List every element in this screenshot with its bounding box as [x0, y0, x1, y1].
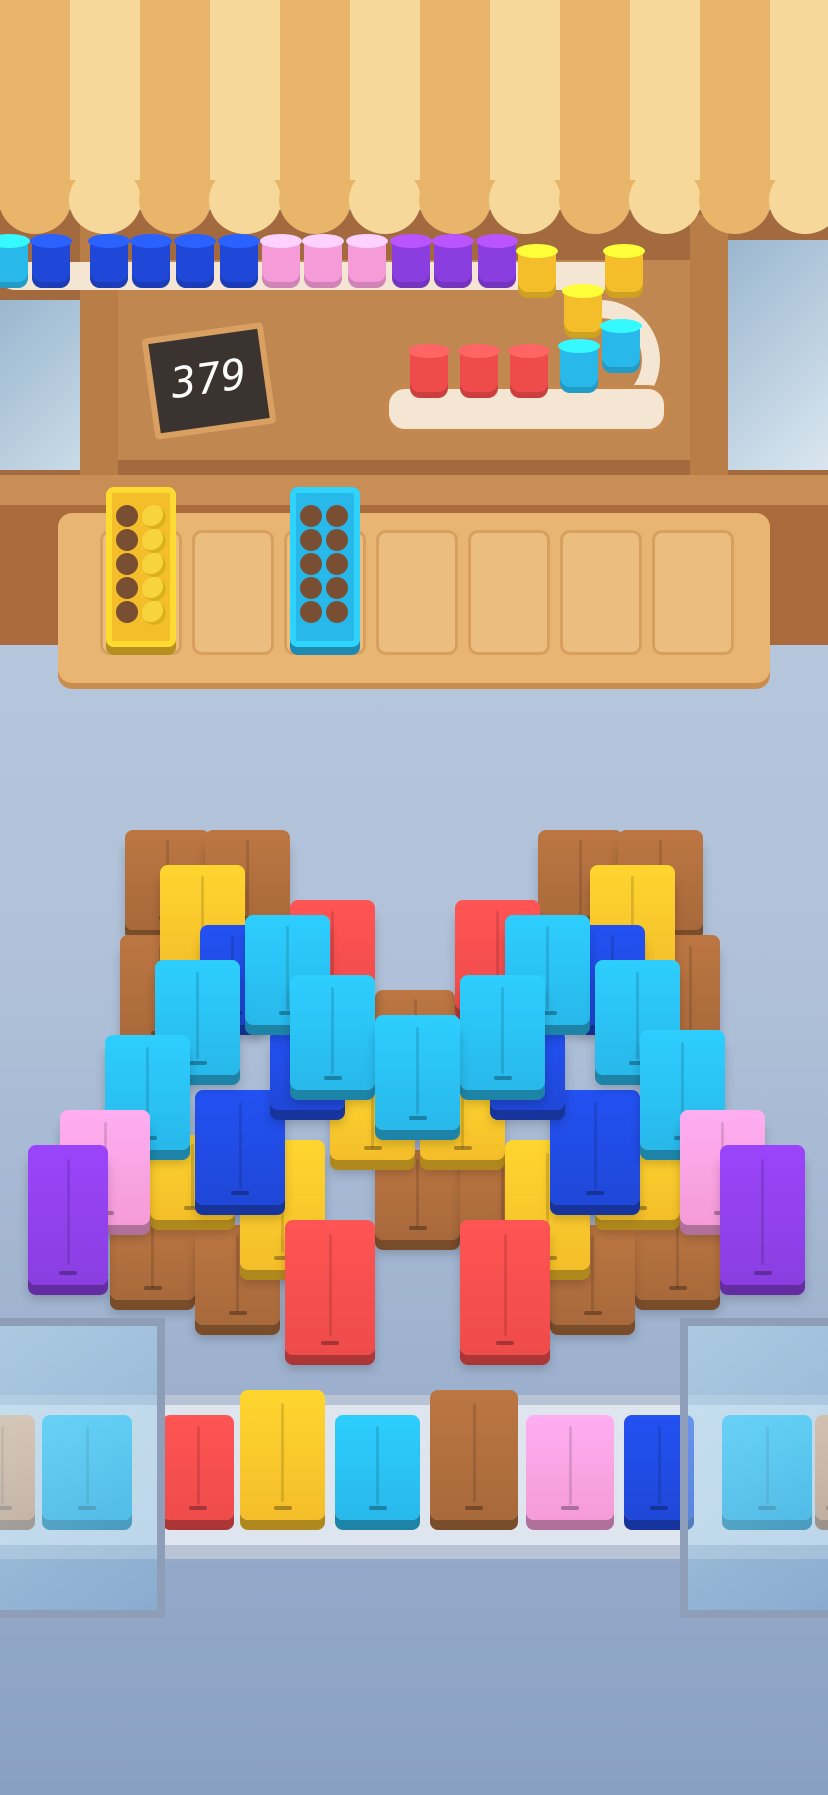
- game-scene: 379: [0, 0, 828, 1795]
- block-slit: [753, 1271, 772, 1275]
- conveyor-block-pink[interactable]: [526, 1415, 614, 1520]
- block-purple[interactable]: [28, 1145, 108, 1285]
- cup-blue: [90, 240, 128, 288]
- block-slit: [368, 1506, 387, 1510]
- crate-hole: [326, 505, 348, 527]
- score-value: 379: [167, 348, 250, 409]
- crate-hole: [300, 529, 322, 551]
- shop-window-right: [728, 240, 828, 470]
- cup-pink: [348, 240, 386, 288]
- block-cyan[interactable]: [460, 975, 545, 1090]
- block-slit: [363, 1146, 382, 1150]
- cup-blue: [132, 240, 170, 288]
- cup-blue: [32, 240, 70, 288]
- block-slit: [583, 1311, 602, 1315]
- cup-red: [460, 350, 498, 398]
- block-slit: [465, 1506, 483, 1510]
- egg: [142, 529, 166, 553]
- egg: [142, 553, 166, 577]
- block-red[interactable]: [285, 1220, 375, 1355]
- block-slit: [668, 1286, 687, 1290]
- block-slit: [298, 1096, 317, 1100]
- crate-hole: [300, 505, 322, 527]
- block-brown[interactable]: [110, 1215, 195, 1300]
- block-slit: [408, 1116, 427, 1120]
- crate-hole: [326, 529, 348, 551]
- shop-awning: [0, 0, 828, 234]
- shop-pillar-right: [690, 215, 728, 490]
- crate-hole: [116, 505, 138, 527]
- block-slit: [561, 1506, 579, 1510]
- block-blue[interactable]: [550, 1090, 640, 1205]
- block-slit: [321, 1341, 339, 1345]
- cup-yellow: [605, 250, 643, 298]
- block-slit: [586, 1191, 604, 1195]
- block-cyan[interactable]: [375, 1015, 460, 1130]
- egg: [142, 601, 166, 625]
- cup-pink: [262, 240, 300, 288]
- block-slit: [650, 1506, 668, 1510]
- crate-slot[interactable]: [468, 530, 550, 655]
- egg-crate-yellow[interactable]: [106, 487, 176, 647]
- conveyor-glass-right: [680, 1318, 828, 1618]
- block-slit: [273, 1506, 292, 1510]
- block-slit: [323, 1076, 342, 1080]
- crate-hole: [116, 553, 138, 575]
- crate-hole: [326, 553, 348, 575]
- block-slit: [228, 1311, 247, 1315]
- crate-hole: [326, 577, 348, 599]
- block-red[interactable]: [460, 1220, 550, 1355]
- conveyor-block-cyan[interactable]: [335, 1415, 420, 1520]
- cup-red: [410, 350, 448, 398]
- crate-slot[interactable]: [192, 530, 274, 655]
- block-slit: [143, 1286, 162, 1290]
- conveyor-block-red[interactable]: [162, 1415, 234, 1520]
- conveyor-glass-left: [0, 1318, 165, 1618]
- cup-blue: [220, 240, 258, 288]
- score-chalkboard: 379: [141, 322, 277, 440]
- cup-blue: [176, 240, 214, 288]
- cup-yellow: [518, 250, 556, 298]
- block-slit: [231, 1191, 249, 1195]
- block-brown[interactable]: [375, 1150, 460, 1240]
- block-slit: [189, 1506, 207, 1510]
- block-purple[interactable]: [720, 1145, 805, 1285]
- crate-hole: [300, 553, 322, 575]
- block-cyan[interactable]: [290, 975, 375, 1090]
- conveyor-block-brown[interactable]: [430, 1390, 518, 1520]
- egg-crate-cyan[interactable]: [290, 487, 360, 647]
- crate-hole: [326, 601, 348, 623]
- cup-purple: [392, 240, 430, 288]
- cup-cyan: [560, 345, 598, 393]
- crate-hole: [116, 577, 138, 599]
- crate-hole: [300, 601, 322, 623]
- cup-cyan: [0, 240, 28, 288]
- block-slit: [453, 1146, 472, 1150]
- block-slit: [628, 1206, 647, 1210]
- crate-slot[interactable]: [652, 530, 734, 655]
- cup-purple: [434, 240, 472, 288]
- crate-hole: [116, 529, 138, 551]
- crate-hole: [300, 577, 322, 599]
- block-slit: [408, 1226, 427, 1230]
- cup-pink: [304, 240, 342, 288]
- block-slit: [493, 1076, 512, 1080]
- cup-yellow: [564, 290, 602, 338]
- cup-purple: [478, 240, 516, 288]
- shop-window-left: [0, 300, 80, 470]
- cup-red: [510, 350, 548, 398]
- block-slit: [183, 1206, 202, 1210]
- block-brown[interactable]: [635, 1215, 720, 1300]
- egg: [142, 505, 166, 529]
- block-slit: [518, 1096, 537, 1100]
- crate-hole: [116, 601, 138, 623]
- conveyor-block-yellow[interactable]: [240, 1390, 325, 1520]
- block-slit: [188, 1061, 207, 1065]
- crate-slot[interactable]: [560, 530, 642, 655]
- egg: [142, 577, 166, 601]
- crate-slot[interactable]: [376, 530, 458, 655]
- cup-cyan: [602, 325, 640, 373]
- block-slit: [59, 1271, 77, 1275]
- block-slit: [496, 1341, 514, 1345]
